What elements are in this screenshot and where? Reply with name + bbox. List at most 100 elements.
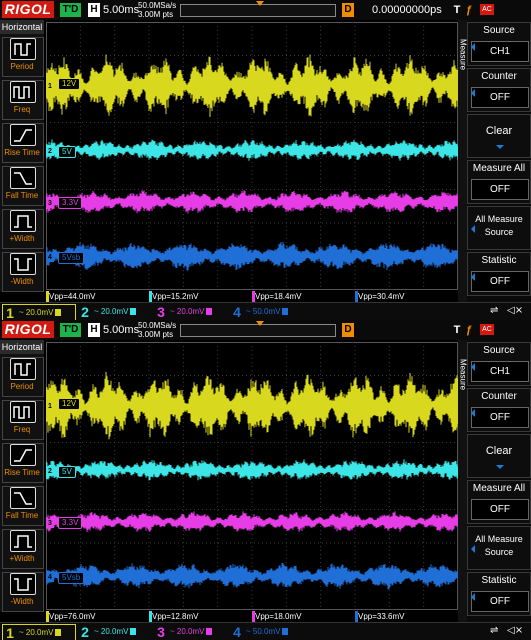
- counter-softkey[interactable]: Counter OFF: [467, 68, 531, 112]
- measure-all-softkey[interactable]: Measure All OFF: [467, 480, 531, 524]
- clear-label: Clear: [485, 125, 513, 137]
- ch1-label-tag: 12V: [58, 398, 81, 410]
- ch3-scale-text: ~ 20.0mV: [170, 627, 205, 636]
- brand-logo: RIGOL: [2, 321, 54, 338]
- ch2-marker[interactable]: 2: [46, 147, 54, 156]
- all-measure-source-softkey[interactable]: All Measure Source: [467, 526, 531, 570]
- period-icon: [10, 38, 36, 60]
- trigger-coupling: AC: [480, 4, 494, 15]
- memory-position-bar[interactable]: [180, 1, 336, 17]
- ch4-scale: ~ 50.0mV: [246, 627, 289, 637]
- ch1-marker[interactable]: 1: [46, 82, 54, 91]
- ch2-marker[interactable]: 2: [46, 467, 54, 476]
- ch1-number: 1: [6, 305, 14, 320]
- softkey-title: Source: [483, 25, 515, 36]
- ch1-settings[interactable]: 1 ~ 20.0mV: [2, 304, 76, 320]
- measure-label: Freq: [13, 105, 31, 114]
- trigger-position-marker[interactable]: [256, 321, 264, 326]
- ch2-settings[interactable]: 2 ~ 20.0mV: [78, 624, 150, 640]
- ch3-marker[interactable]: 3: [46, 199, 54, 208]
- bandwidth-limit-icon: [130, 628, 137, 636]
- ch2-number: 2: [81, 624, 89, 640]
- measure-label: Fall Time: [5, 511, 39, 520]
- measure-all-value: OFF: [471, 179, 529, 200]
- ch4-marker[interactable]: 4: [46, 573, 54, 582]
- measure-rise-time-button[interactable]: Rise Time: [0, 122, 44, 163]
- speaker-mute-icon[interactable]: ◁×: [507, 305, 523, 316]
- ch2-settings[interactable]: 2 ~ 20.0mV: [78, 304, 150, 320]
- measure-positive-width-button[interactable]: +Width: [0, 208, 44, 249]
- timebase-readout: 5.00ms: [103, 4, 140, 16]
- measurement-results: Vpp=44.0mV Vpp=15.2mV Vpp=18.4mV Vpp=30.…: [46, 291, 458, 303]
- memory-position-bar[interactable]: [180, 321, 336, 337]
- statistic-softkey[interactable]: Statistic OFF: [467, 572, 531, 616]
- measure-label: Fall Time: [5, 191, 39, 200]
- measure-rise-time-button[interactable]: Rise Time: [0, 442, 44, 483]
- ch3-number: 3: [157, 624, 165, 640]
- clear-softkey[interactable]: Clear: [467, 434, 531, 478]
- measure-freq-button[interactable]: Freq: [0, 79, 44, 120]
- sample-rate: 50.0MSa/s: [138, 321, 177, 330]
- measure-label: Freq: [13, 425, 31, 434]
- measure-negative-width-button[interactable]: -Width: [0, 571, 44, 612]
- label-line-2: Source: [484, 227, 514, 237]
- acquisition-info: 50.0MSa/s 3.00M pts: [138, 321, 176, 339]
- bandwidth-limit-icon: [282, 628, 289, 636]
- ch3-settings[interactable]: 3 ~ 20.0mV: [154, 624, 226, 640]
- ch2-scale: ~ 20.0mV: [94, 627, 137, 637]
- trigger-position-marker[interactable]: [256, 1, 264, 6]
- ch3-waveform: [46, 511, 458, 532]
- statistic-softkey[interactable]: Statistic OFF: [467, 252, 531, 296]
- acquisition-info: 50.0MSa/s 3.00M pts: [138, 1, 176, 19]
- waveform-grid[interactable]: 1 12V 2 5V 3 3.3V 4 5Vsb: [46, 342, 458, 610]
- source-softkey[interactable]: Source CH1: [467, 22, 531, 66]
- ch2-waveform: [46, 459, 458, 481]
- ch4-marker[interactable]: 4: [46, 253, 54, 262]
- waveform-grid[interactable]: 1 12V 2 5V 3 3.3V 4 5Vsb: [46, 22, 458, 290]
- top-status-bar: RIGOL T'D H 5.00ms 50.0MSa/s 3.00M pts D…: [0, 320, 531, 340]
- measure-fall-time-button[interactable]: Fall Time: [0, 165, 44, 206]
- measure-positive-width-button[interactable]: +Width: [0, 528, 44, 569]
- ch4-settings[interactable]: 4 ~ 50.0mV: [230, 624, 302, 640]
- left-arrow-icon: [471, 225, 475, 233]
- ch1-marker[interactable]: 1: [46, 402, 54, 411]
- measure-label: -Width: [10, 277, 34, 286]
- measure-negative-width-button[interactable]: -Width: [0, 251, 44, 292]
- horizontal-measure-menu: Horizontal Period Freq Rise Time Fall Ti…: [0, 340, 44, 612]
- rising-edge-trigger-icon: ƒ: [466, 324, 473, 336]
- ch1-settings[interactable]: 1 ~ 20.0mV: [2, 624, 76, 640]
- measure-softkey-menu: Source CH1 Counter OFF Clear Measure All…: [467, 20, 531, 302]
- source-value: CH1: [471, 361, 529, 382]
- counter-softkey[interactable]: Counter OFF: [467, 388, 531, 432]
- measure-menu-tab[interactable]: Measure: [458, 20, 468, 302]
- source-softkey[interactable]: Source CH1: [467, 342, 531, 386]
- ch4-waveform: [46, 562, 458, 590]
- left-arrow-icon: [471, 545, 475, 553]
- ch3-settings[interactable]: 3 ~ 20.0mV: [154, 304, 226, 320]
- ch3-scale: ~ 20.0mV: [170, 307, 213, 317]
- all-measure-source-softkey[interactable]: All Measure Source: [467, 206, 531, 250]
- statistic-value: OFF: [471, 271, 529, 292]
- ch1-scale: ~ 20.0mV: [19, 628, 62, 638]
- ch3-marker[interactable]: 3: [46, 519, 54, 528]
- ch1-number: 1: [6, 625, 14, 640]
- label-line-1: All Measure: [475, 534, 523, 544]
- measure-fall-time-button[interactable]: Fall Time: [0, 485, 44, 526]
- horizontal-label: H: [88, 323, 100, 337]
- measure-freq-button[interactable]: Freq: [0, 399, 44, 440]
- measure-menu-tab[interactable]: Measure: [458, 340, 468, 622]
- measure-period-button[interactable]: Period: [0, 356, 44, 397]
- statistic-value: OFF: [471, 591, 529, 612]
- softkey-title: Counter: [481, 71, 517, 82]
- ch3-waveform: [46, 190, 458, 214]
- fall-time-icon: [10, 167, 36, 189]
- measure-period-button[interactable]: Period: [0, 36, 44, 77]
- channel-status-bar: 1 ~ 20.0mV 2 ~ 20.0mV 3 ~ 20.0mV 4 ~ 50.…: [0, 302, 531, 320]
- speaker-mute-icon[interactable]: ◁×: [507, 625, 523, 636]
- measure-all-softkey[interactable]: Measure All OFF: [467, 160, 531, 204]
- ch4-settings[interactable]: 4 ~ 50.0mV: [230, 304, 302, 320]
- clear-softkey[interactable]: Clear: [467, 114, 531, 158]
- measure-all-value: OFF: [471, 499, 529, 520]
- menu-title: Horizontal: [0, 20, 44, 34]
- memory-depth: 3.00M pts: [138, 330, 174, 339]
